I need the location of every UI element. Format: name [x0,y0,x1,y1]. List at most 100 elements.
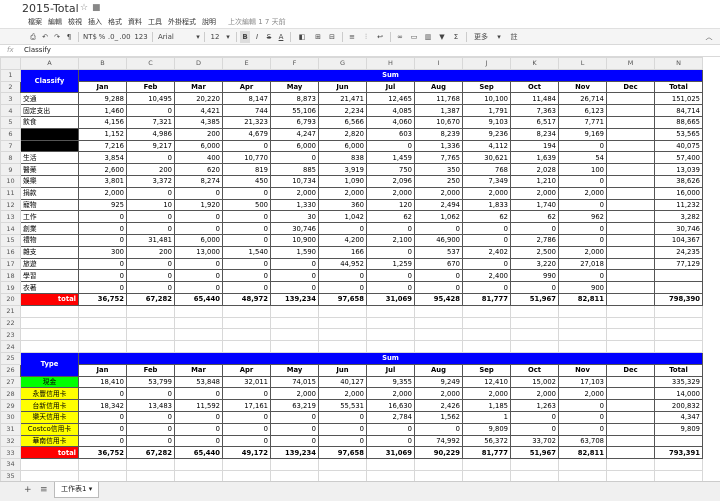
value-cell[interactable]: 0 [126,410,175,424]
chevron-down-icon[interactable]: ▾ [224,31,232,43]
value-cell[interactable]: 120 [366,198,415,212]
value-cell[interactable] [654,269,703,283]
payment-type-label[interactable]: Costco信用卡 [20,422,79,436]
value-cell[interactable]: 1,540 [222,245,271,259]
value-cell[interactable]: 0 [510,410,559,424]
menu-item-3[interactable]: 插入 [88,17,102,27]
value-cell[interactable]: 1,833 [462,198,511,212]
value-cell[interactable]: 1,062 [414,210,463,224]
total-cell[interactable]: 82,811 [558,446,607,460]
value-cell[interactable]: 0 [174,210,223,224]
column-header[interactable]: D [174,57,223,70]
fill-color-icon[interactable]: ◧ [296,31,308,43]
value-cell[interactable]: 31,481 [126,233,175,247]
total-cell[interactable]: 81,777 [462,446,511,460]
currency-format-button[interactable]: NT$ [82,31,98,43]
value-cell[interactable]: 0 [222,210,271,224]
value-cell[interactable]: 10,495 [126,92,175,106]
cell[interactable] [366,304,415,318]
value-cell[interactable]: 18,342 [78,399,127,412]
value-cell[interactable]: 2,426 [414,399,463,412]
value-cell[interactable]: 1 [462,410,511,424]
value-cell[interactable]: 0 [270,269,319,283]
value-cell[interactable]: 13,039 [654,163,703,176]
value-cell[interactable]: 7,771 [558,115,607,129]
cell[interactable] [270,340,319,353]
increase-decimal-button[interactable]: .00 [119,31,131,43]
value-cell[interactable]: 26,714 [558,92,607,106]
menu-item-5[interactable]: 資料 [128,17,142,27]
value-cell[interactable]: 6,000 [318,139,367,153]
value-cell[interactable]: 9,355 [366,375,415,389]
cell[interactable] [126,458,175,471]
category-label[interactable]: 醫藥 [20,163,79,176]
value-cell[interactable]: 54 [558,151,607,165]
value-cell[interactable]: 0 [126,387,175,401]
cell[interactable] [414,328,463,342]
value-cell[interactable] [606,387,655,401]
value-cell[interactable]: 9,809 [462,422,511,436]
cell[interactable] [366,328,415,342]
value-cell[interactable]: 450 [222,174,271,188]
value-cell[interactable]: 603 [366,127,415,141]
value-cell[interactable]: 4,421 [174,104,223,117]
value-cell[interactable]: 0 [222,257,271,271]
value-cell[interactable]: 962 [558,210,607,224]
strikethrough-button[interactable]: S [264,31,274,43]
value-cell[interactable]: 0 [510,222,559,235]
cell[interactable] [606,316,655,330]
value-cell[interactable] [606,210,655,224]
value-cell[interactable]: 53,565 [654,127,703,141]
value-cell[interactable]: 63,219 [270,399,319,412]
month-header[interactable]: Jun [318,363,367,377]
column-header[interactable]: E [222,57,271,70]
value-cell[interactable]: 2,000 [78,186,127,200]
font-family-select[interactable]: Arial [158,31,194,43]
category-label[interactable]: 工作 [20,210,79,224]
value-cell[interactable]: 1,740 [510,198,559,212]
value-cell[interactable]: 2,000 [366,387,415,401]
value-cell[interactable]: 12,465 [366,92,415,106]
value-cell[interactable]: 4,156 [78,115,127,129]
column-header[interactable]: M [606,57,655,70]
total-label[interactable]: total [20,292,79,306]
value-cell[interactable]: 2,786 [510,233,559,247]
type-header[interactable]: Type [20,351,79,377]
cell[interactable] [318,340,367,353]
value-cell[interactable]: 0 [174,222,223,235]
total-cell[interactable]: 97,658 [318,292,367,306]
total-cell[interactable]: 90,229 [414,446,463,460]
total-cell[interactable]: 49,172 [222,446,271,460]
value-cell[interactable]: 2,000 [462,387,511,401]
row-header[interactable]: 6 [0,127,21,141]
total-cell[interactable]: 139,234 [270,292,319,306]
value-cell[interactable]: 1,590 [270,245,319,259]
value-cell[interactable]: 6,517 [510,115,559,129]
value-cell[interactable]: 2,000 [462,186,511,200]
value-cell[interactable]: 0 [222,387,271,401]
value-cell[interactable] [606,163,655,176]
month-header[interactable]: Feb [126,80,175,94]
month-header[interactable]: Jan [78,363,127,377]
total-cell[interactable]: 48,972 [222,292,271,306]
value-cell[interactable]: 1,090 [318,174,367,188]
value-cell[interactable]: 24,235 [654,245,703,259]
value-cell[interactable]: 537 [414,245,463,259]
value-cell[interactable]: 0 [126,222,175,235]
category-label[interactable]: 捐款 [20,186,79,200]
value-cell[interactable]: 74,992 [414,434,463,448]
value-cell[interactable]: 0 [126,257,175,271]
total-cell[interactable]: 51,967 [510,446,559,460]
value-cell[interactable]: 0 [222,434,271,448]
value-cell[interactable]: 744 [222,104,271,117]
total-cell[interactable] [606,292,655,306]
align-vertical-icon[interactable]: ⫶ [360,31,372,43]
value-cell[interactable]: 53,799 [126,375,175,389]
value-cell[interactable]: 885 [270,163,319,176]
cell[interactable] [654,340,703,353]
value-cell[interactable]: 4,986 [126,127,175,141]
cell[interactable] [558,316,607,330]
value-cell[interactable]: 2,000 [318,387,367,401]
value-cell[interactable]: 8,873 [270,92,319,106]
month-header[interactable]: Dec [606,363,655,377]
